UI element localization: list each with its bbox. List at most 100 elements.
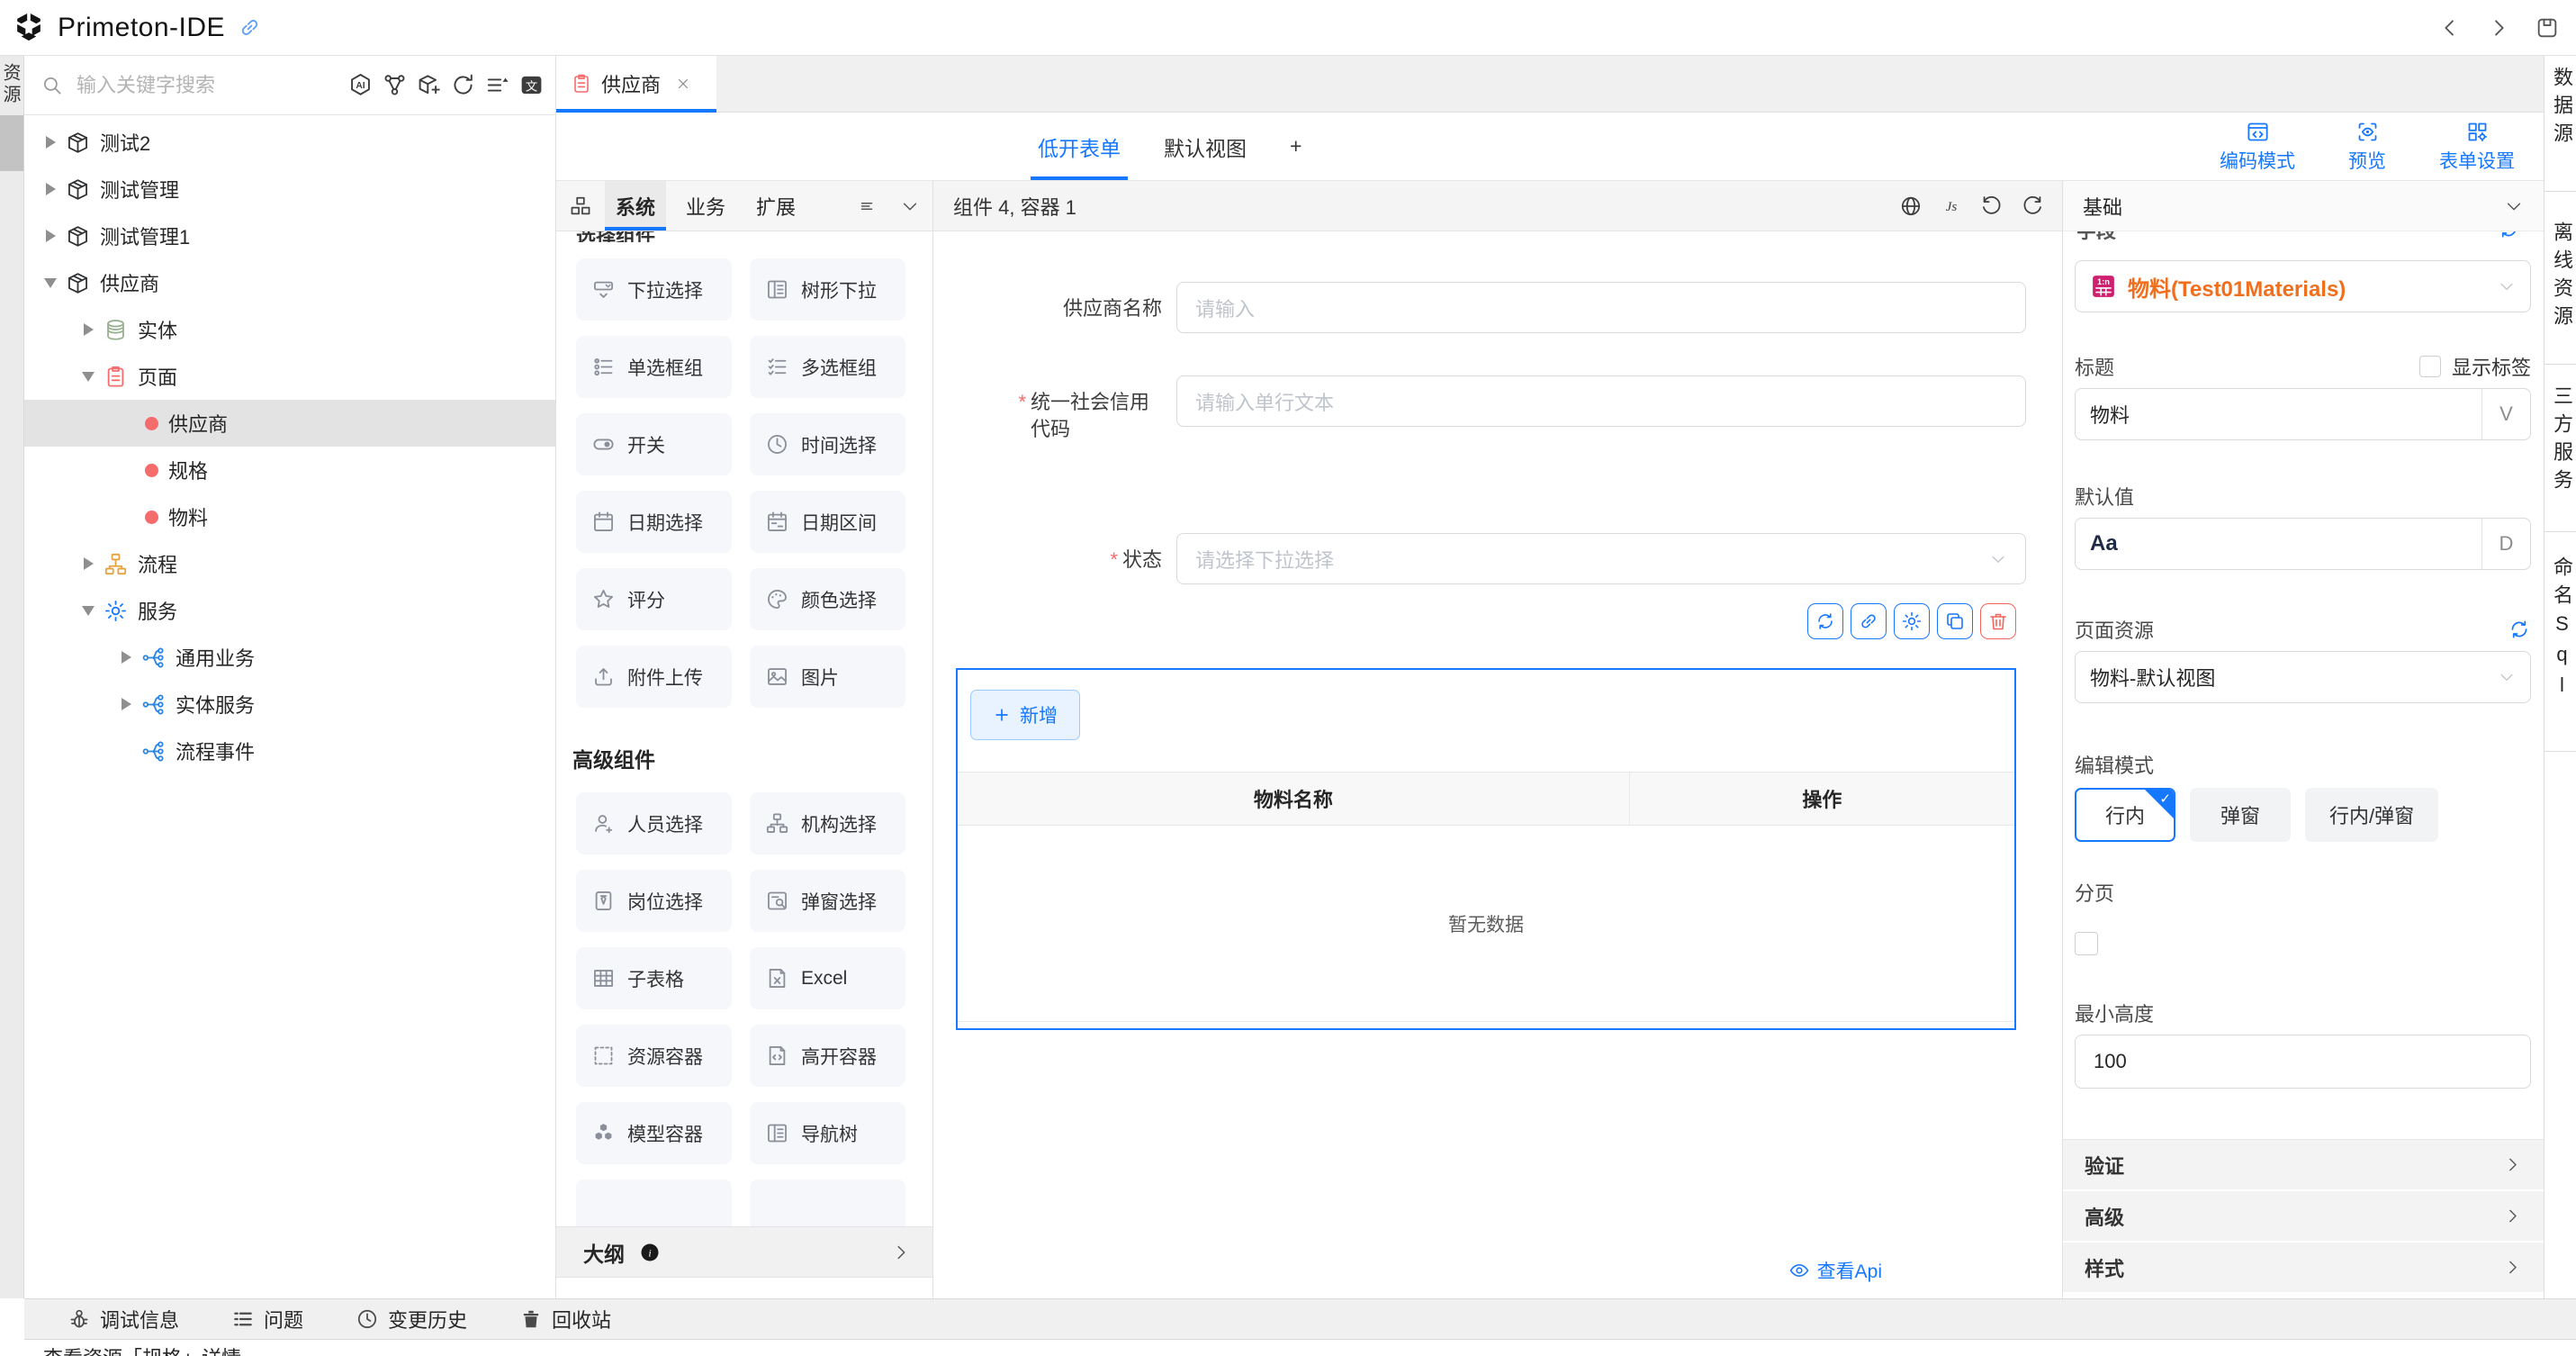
tree-item[interactable]: 通用业务 <box>24 634 555 681</box>
tree-item[interactable]: 规格 <box>24 447 555 493</box>
data-binding-select[interactable]: 1:n 物料(Test01Materials) <box>2075 260 2531 312</box>
palette-item[interactable]: 高开容器 <box>750 1025 905 1087</box>
palette-item[interactable]: 时间选择 <box>750 413 905 475</box>
model-button[interactable] <box>382 72 408 98</box>
add-view-tab[interactable]: + <box>1283 113 1309 180</box>
palette-tab-系统[interactable]: 系统 <box>605 181 666 231</box>
nav-forward-button[interactable] <box>2486 15 2511 41</box>
tree-item[interactable]: 实体服务 <box>24 681 555 728</box>
tree-item[interactable]: 流程事件 <box>24 728 555 774</box>
edit-mode-option[interactable]: 行内/弹窗 <box>2305 788 2438 842</box>
new-box-button[interactable] <box>416 72 442 98</box>
palette-item[interactable]: 下拉选择 <box>576 258 732 321</box>
palette-tab-扩展[interactable]: 扩展 <box>745 181 806 231</box>
palette-item[interactable]: 评分 <box>576 568 732 630</box>
form-text-input[interactable]: 请输入单行文本 <box>1176 375 2026 427</box>
save-button[interactable] <box>2535 15 2560 41</box>
redo-button[interactable] <box>2021 194 2044 218</box>
form-select[interactable]: 请选择下拉选择 <box>1176 533 2026 584</box>
tree-expand-arrow[interactable] <box>39 136 62 149</box>
tree-expand-arrow[interactable] <box>77 606 100 616</box>
bug-button[interactable]: 调试信息 <box>68 1305 179 1333</box>
variable-toggle-button[interactable]: V <box>2481 389 2530 439</box>
panel-grid-icon[interactable] <box>569 194 592 218</box>
view-api-link[interactable]: 查看Api <box>1788 1257 1882 1284</box>
clock-button[interactable]: 变更历史 <box>356 1305 467 1333</box>
tree-expand-arrow[interactable] <box>39 230 62 242</box>
page-resource-select[interactable]: 物料-默认视图 <box>2075 651 2531 703</box>
palette-item[interactable]: 人员选择 <box>576 792 732 854</box>
gear-button[interactable] <box>1894 603 1930 639</box>
link-button[interactable] <box>1851 603 1887 639</box>
palette-collapse-chevron-icon[interactable] <box>900 196 920 216</box>
palette-item[interactable]: 资源容器 <box>576 1025 732 1087</box>
min-height-input[interactable]: 100 <box>2075 1035 2531 1089</box>
trash-button[interactable]: 回收站 <box>519 1305 611 1333</box>
tree-item[interactable]: 物料 <box>24 493 555 540</box>
palette-item[interactable]: 日期选择 <box>576 491 732 553</box>
subtable-component[interactable]: 新增 物料名称操作 暂无数据 <box>956 668 2016 1030</box>
search-input[interactable] <box>77 74 347 97</box>
tree-item[interactable]: 实体 <box>24 306 555 353</box>
palette-item[interactable]: 单选框组 <box>576 336 732 398</box>
preview-button[interactable]: 预览 <box>2328 120 2407 174</box>
sync-button[interactable] <box>1807 603 1843 639</box>
code-button[interactable]: 编码模式 <box>2218 120 2297 174</box>
title-input[interactable]: 物料 V <box>2075 388 2531 440</box>
right-rail-tab[interactable]: 离线资源 <box>2544 221 2576 333</box>
refresh-resource-icon[interactable] <box>2508 618 2531 641</box>
outline-bar[interactable]: 大纲 i <box>556 1227 932 1278</box>
close-icon[interactable] <box>675 76 691 92</box>
form-text-input[interactable]: 请输入 <box>1176 282 2026 333</box>
add-row-button[interactable]: 新增 <box>970 690 1080 740</box>
palette-item[interactable]: 图片 <box>750 646 905 708</box>
tree-item[interactable]: 测试管理1 <box>24 212 555 259</box>
tree-item[interactable]: 供应商 <box>24 259 555 306</box>
pagination-checkbox[interactable] <box>2075 932 2098 955</box>
palette-item[interactable]: 多选框组 <box>750 336 905 398</box>
default-value-input[interactable]: Aa D <box>2075 518 2531 570</box>
tree-expand-arrow[interactable] <box>77 557 100 570</box>
tree-item[interactable]: 供应商 <box>24 400 555 447</box>
right-rail-tab[interactable]: 三方服务 <box>2544 385 2576 497</box>
document-tab[interactable]: 供应商 <box>556 56 716 112</box>
form-settings-button[interactable]: 表单设置 <box>2437 120 2517 174</box>
delete-button[interactable] <box>1980 603 2016 639</box>
list-button[interactable]: 问题 <box>231 1305 303 1333</box>
palette-item[interactable]: 子表格 <box>576 947 732 1009</box>
palette-menu-icon[interactable] <box>857 196 877 216</box>
right-rail-tab[interactable]: 数据源 <box>2544 67 2576 150</box>
refresh-button[interactable] <box>450 72 476 98</box>
palette-item[interactable]: 日期区间 <box>750 491 905 553</box>
ai-button[interactable]: AI <box>347 72 374 98</box>
palette-item[interactable]: 开关 <box>576 413 732 475</box>
tree-expand-arrow[interactable] <box>39 278 62 288</box>
view-tab[interactable]: 低开表单 <box>1031 113 1128 180</box>
show-label-checkbox[interactable] <box>2419 356 2441 377</box>
tree-expand-arrow[interactable] <box>77 323 100 336</box>
view-tab[interactable]: 默认视图 <box>1157 113 1254 180</box>
translate-button[interactable]: 文 <box>518 72 545 98</box>
tree-item[interactable]: 页面 <box>24 353 555 400</box>
collapse-all-button[interactable] <box>484 72 510 98</box>
palette-item[interactable]: Excel <box>750 947 905 1009</box>
palette-item[interactable]: 模型容器 <box>576 1102 732 1164</box>
undo-button[interactable] <box>1980 194 2004 218</box>
copy-button[interactable] <box>1937 603 1973 639</box>
nav-back-button[interactable] <box>2437 15 2463 41</box>
tree-item[interactable]: 测试2 <box>24 119 555 166</box>
tree-expand-arrow[interactable] <box>114 651 138 664</box>
props-collapsed-section[interactable]: 样式 <box>2063 1243 2544 1292</box>
edit-mode-option[interactable]: 行内✓ <box>2075 788 2175 842</box>
right-rail-tab[interactable]: 命名Sql <box>2544 556 2576 704</box>
tree-item[interactable]: 流程 <box>24 540 555 587</box>
palette-item[interactable]: 颜色选择 <box>750 568 905 630</box>
globe-button[interactable] <box>1899 194 1923 218</box>
palette-tab-业务[interactable]: 业务 <box>675 181 736 231</box>
tree-expand-arrow[interactable] <box>77 372 100 382</box>
edit-mode-option[interactable]: 弹窗 <box>2190 788 2291 842</box>
js-button[interactable]: Js <box>1940 194 1963 218</box>
palette-item[interactable]: 导航树 <box>750 1102 905 1164</box>
link-icon[interactable] <box>238 15 262 40</box>
tree-expand-arrow[interactable] <box>39 183 62 195</box>
